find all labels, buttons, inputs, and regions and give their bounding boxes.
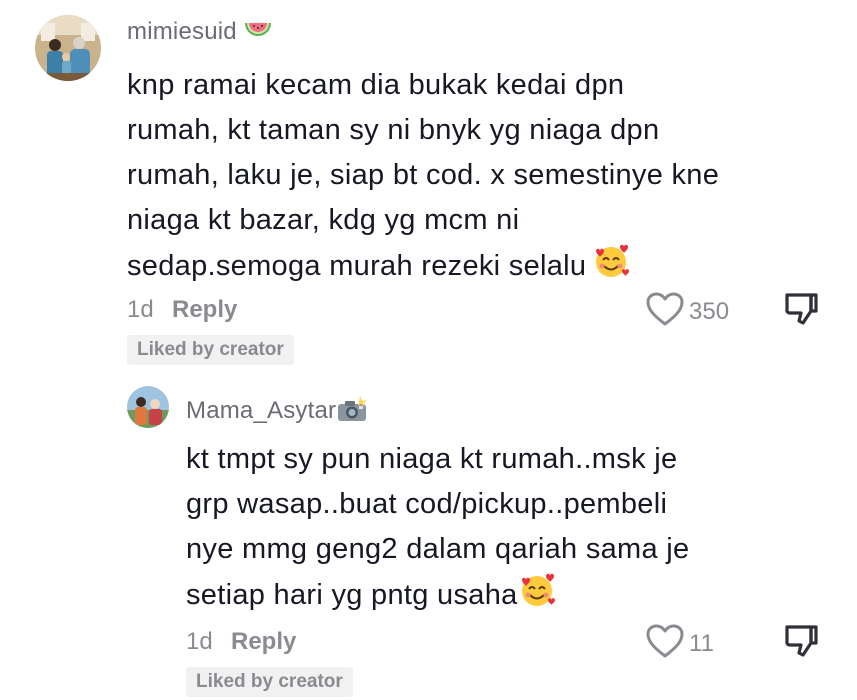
comment-line: rumah, laku je, siap bt cod. x semestiny… <box>127 159 720 191</box>
camera-flash-icon <box>336 396 368 429</box>
reply-comment-item: Mama_Asytar kt tmpt sy pun niaga kt ruma… <box>0 370 857 700</box>
like-count: 350 <box>689 297 730 325</box>
username-text[interactable]: Mama_Asytar <box>186 397 336 424</box>
like-count: 11 <box>689 629 714 657</box>
dislike-icon[interactable] <box>782 290 820 333</box>
comment-text: knp ramai kecam dia bukak kedai dpn ruma… <box>127 63 719 295</box>
comment-line: setiap hari yg pntg usaha <box>186 579 518 611</box>
comment-line: nye mmg geng2 dalam qariah sama je <box>186 533 690 565</box>
heart-icon[interactable] <box>645 623 685 664</box>
comment-line: sedap.semoga murah rezeki selalu <box>127 250 587 282</box>
comment-line: kt tmpt sy pun niaga kt rumah..msk je <box>186 443 678 475</box>
username[interactable]: mimiesuid <box>127 18 273 50</box>
reply-button[interactable]: Reply <box>172 296 237 324</box>
like-button[interactable]: 11 <box>645 623 714 664</box>
reply-button[interactable]: Reply <box>231 628 296 656</box>
comment-line-last: setiap hari yg pntg usaha <box>186 572 689 624</box>
smiling-face-with-hearts-icon <box>592 243 630 295</box>
like-button[interactable]: 350 <box>645 291 729 332</box>
watermelon-icon <box>243 19 273 50</box>
heart-icon[interactable] <box>645 291 685 332</box>
avatar[interactable] <box>35 15 101 81</box>
comment-line: knp ramai kecam dia bukak kedai dpn <box>127 69 625 101</box>
comment-line-last: sedap.semoga murah rezeki selalu <box>127 243 719 295</box>
liked-by-creator-badge: Liked by creator <box>186 667 353 697</box>
comment-time: 1d <box>186 628 213 655</box>
liked-by-creator-badge: Liked by creator <box>127 335 294 365</box>
comment-line: rumah, kt taman sy ni bnyk yg niaga dpn <box>127 114 660 146</box>
comment-line: niaga kt bazar, kdg yg mcm ni <box>127 204 520 236</box>
comment-item: mimiesuid knp ramai kecam dia bukak keda… <box>0 0 857 370</box>
comment-time: 1d <box>127 296 154 323</box>
comment-text: kt tmpt sy pun niaga kt rumah..msk je gr… <box>186 437 689 624</box>
dislike-icon[interactable] <box>782 622 820 665</box>
avatar[interactable] <box>127 386 169 428</box>
smiling-face-with-hearts-icon <box>518 572 556 624</box>
username[interactable]: Mama_Asytar <box>186 396 368 429</box>
username-text[interactable]: mimiesuid <box>127 18 237 45</box>
comment-line: grp wasap..buat cod/pickup..pembeli <box>186 488 668 520</box>
